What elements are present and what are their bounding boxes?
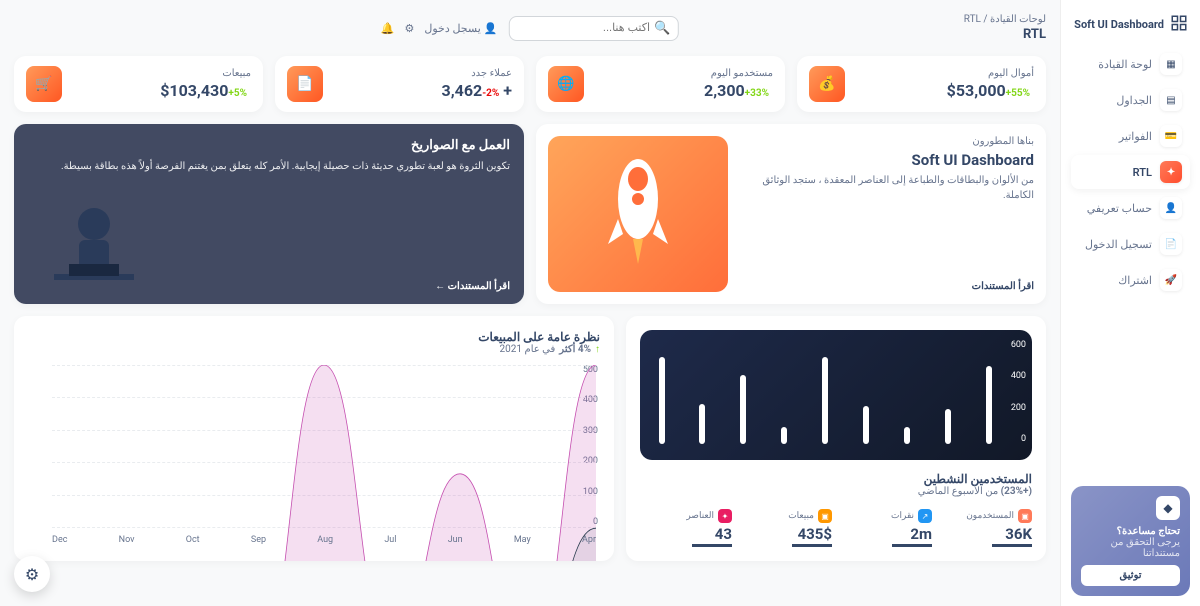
nav-label: الفواتير xyxy=(1119,130,1152,143)
top-icons: 👤 يسجل دخول ⚙ 🔔 xyxy=(381,22,497,35)
stat-value: 2,300 xyxy=(704,81,745,100)
search-input[interactable] xyxy=(518,22,650,34)
stat-sales: مبيعات $103,430+5% 🛒 xyxy=(14,56,263,112)
sales-title: نظرة عامة على المبيعات xyxy=(28,330,600,344)
au-item-items: ✦العناصر43 xyxy=(640,509,732,547)
brand-icon xyxy=(1170,14,1188,35)
rocket-desc: تكوين الثروة هو لعبة تطوري حديثة ذات حصي… xyxy=(28,159,510,175)
main: لوحات القيادة / RTL RTL 🔍 👤 يسجل دخول ⚙ … xyxy=(0,0,1060,606)
stat-label: أموال اليوم xyxy=(947,68,1034,79)
au-item-users: ▣المستخدمون36K xyxy=(940,509,1032,547)
nav-item-dashboard[interactable]: ▦ لوحة القيادة xyxy=(1071,47,1190,81)
active-users-card: 6004002000 المستخدمين النشطين (+23%) من … xyxy=(626,316,1046,561)
notifications-icon[interactable]: 🔔 xyxy=(381,22,395,35)
page-title: RTL xyxy=(964,27,1046,42)
search-icon: 🔍 xyxy=(654,21,670,36)
au-sub: (+23%) من الأسبوع الماضي xyxy=(640,486,1032,497)
nav-label: تسجيل الدخول xyxy=(1085,238,1152,251)
clients-icon: 📄 xyxy=(287,66,323,102)
brand-label: Soft UI Dashboard xyxy=(1074,18,1164,31)
tables-icon: ▤ xyxy=(1160,89,1182,111)
stat-value: +3,462 xyxy=(442,81,512,100)
nav-item-signin[interactable]: 📄 تسجيل الدخول xyxy=(1071,227,1190,261)
sales-x-axis: AprMayJunJulAugSepOctNovDec xyxy=(52,535,596,545)
stat-label: عملاء جدد xyxy=(442,68,512,79)
rtl-icon: ✦ xyxy=(1160,161,1182,183)
nav-item-billing[interactable]: 💳 الفواتير xyxy=(1071,119,1190,153)
nav-label: RTL xyxy=(1133,166,1152,179)
stat-clients: عملاء جدد +3,462-2% 📄 xyxy=(275,56,524,112)
stat-label: مبيعات xyxy=(160,68,251,79)
dashboard-icon: ▦ xyxy=(1160,53,1182,75)
help-icon: ◆ xyxy=(1156,496,1180,520)
nav-list: ▦ لوحة القيادة ▤ الجداول 💳 الفواتير ✦ RTL 👤 ح… xyxy=(1071,47,1190,299)
breadcrumb: لوحات القيادة / RTL xyxy=(964,14,1046,25)
dev-desc: من الألوان والبطاقات والطباعة إلى العناص… xyxy=(740,173,1034,203)
dev-link[interactable]: اقرأ المستندات xyxy=(972,281,1034,292)
top-center: 🔍 👤 يسجل دخول ⚙ 🔔 xyxy=(381,16,679,41)
nav-label: اشتراك xyxy=(1118,274,1152,287)
sales-overview-card: نظرة عامة على المبيعات ↑ 4% أكثر في عام … xyxy=(14,316,614,561)
cart-icon: 🛒 xyxy=(26,66,62,102)
work-rockets-card: العمل مع الصواريخ تكوين الثروة هو لعبة ت… xyxy=(14,124,524,304)
nav-item-profile[interactable]: 👤 حساب تعريفي xyxy=(1071,191,1190,225)
signup-icon: 🚀 xyxy=(1160,269,1182,291)
au-title: المستخدمين النشطين xyxy=(640,472,1032,486)
stat-label: مستخدمو اليوم xyxy=(704,68,773,79)
nav-item-tables[interactable]: ▤ الجداول xyxy=(1071,83,1190,117)
dev-subtitle: بناها المطورون xyxy=(740,136,1034,147)
help-button[interactable]: توثيق xyxy=(1081,565,1180,586)
profile-icon: 👤 xyxy=(1160,197,1182,219)
sidebar: Soft UI Dashboard ▦ لوحة القيادة ▤ الجداول… xyxy=(1060,0,1200,606)
help-card: ◆ تحتاج مساعدة؟ يرجى التحقق من مستنداتنا… xyxy=(1071,486,1190,596)
cards-row: بناها المطورون Soft UI Dashboard من الأل… xyxy=(14,124,1046,304)
stat-change: +33% xyxy=(745,88,769,99)
help-title: تحتاج مساعدة؟ xyxy=(1081,526,1180,537)
rocket-link[interactable]: اقرأ المستندات ← xyxy=(435,281,510,292)
sales-chart: 5004003002001000 AprMayJunJulAugSepOctNo… xyxy=(28,365,600,545)
rocket-title: العمل مع الصواريخ xyxy=(28,138,510,153)
stats-row: أموال اليوم $53,000+55% 💰 مستخدمو اليوم 2,… xyxy=(14,56,1046,112)
developer-card: بناها المطورون Soft UI Dashboard من الأل… xyxy=(536,124,1046,304)
brand[interactable]: Soft UI Dashboard xyxy=(1071,10,1190,47)
dev-title: Soft UI Dashboard xyxy=(740,151,1034,169)
nav-item-signup[interactable]: 🚀 اشتراك xyxy=(1071,263,1190,297)
configurator-button[interactable]: ⚙ xyxy=(14,556,50,592)
users-icon: 🌐 xyxy=(548,66,584,102)
person-illustration xyxy=(34,194,154,304)
nav-label: حساب تعريفي xyxy=(1087,202,1152,215)
sales-subtitle: ↑ 4% أكثر في عام 2021 xyxy=(28,344,600,355)
bar-y-axis: 6004002000 xyxy=(1011,340,1026,444)
stat-users: مستخدمو اليوم 2,300+33% 🌐 xyxy=(536,56,785,112)
stat-change: -2% xyxy=(482,88,499,99)
signin-icon: 📄 xyxy=(1160,233,1182,255)
bar-chart: 6004002000 xyxy=(640,330,1032,460)
topbar: لوحات القيادة / RTL RTL 🔍 👤 يسجل دخول ⚙ … xyxy=(14,10,1046,46)
nav-label: الجداول xyxy=(1116,94,1152,107)
stat-value: $53,000 xyxy=(947,81,1006,100)
money-icon: 💰 xyxy=(809,66,845,102)
stat-value: $103,430 xyxy=(160,81,228,100)
breadcrumb-wrap: لوحات القيادة / RTL RTL xyxy=(964,14,1046,42)
signin-link[interactable]: 👤 يسجل دخول xyxy=(424,22,497,35)
rocket-illustration xyxy=(548,136,728,292)
nav-item-rtl[interactable]: ✦ RTL xyxy=(1071,155,1190,189)
stat-change: +55% xyxy=(1006,88,1030,99)
billing-icon: 💳 xyxy=(1160,125,1182,147)
au-stats: ▣المستخدمون36K ↗نقرات2m ▣مبيعات435$ ✦الع… xyxy=(640,509,1032,547)
charts-row: 6004002000 المستخدمين النشطين (+23%) من … xyxy=(14,316,1046,561)
au-item-sales: ▣مبيعات435$ xyxy=(740,509,832,547)
help-subtitle: يرجى التحقق من مستنداتنا xyxy=(1081,537,1180,559)
search-box[interactable]: 🔍 xyxy=(509,16,679,41)
breadcrumb-parent[interactable]: لوحات القيادة xyxy=(990,14,1046,25)
breadcrumb-current: RTL xyxy=(964,14,981,25)
settings-icon[interactable]: ⚙ xyxy=(404,22,414,35)
nav-label: لوحة القيادة xyxy=(1098,58,1152,71)
stat-change: +5% xyxy=(228,88,247,99)
stat-money: أموال اليوم $53,000+55% 💰 xyxy=(797,56,1046,112)
au-item-clicks: ↗نقرات2m xyxy=(840,509,932,547)
